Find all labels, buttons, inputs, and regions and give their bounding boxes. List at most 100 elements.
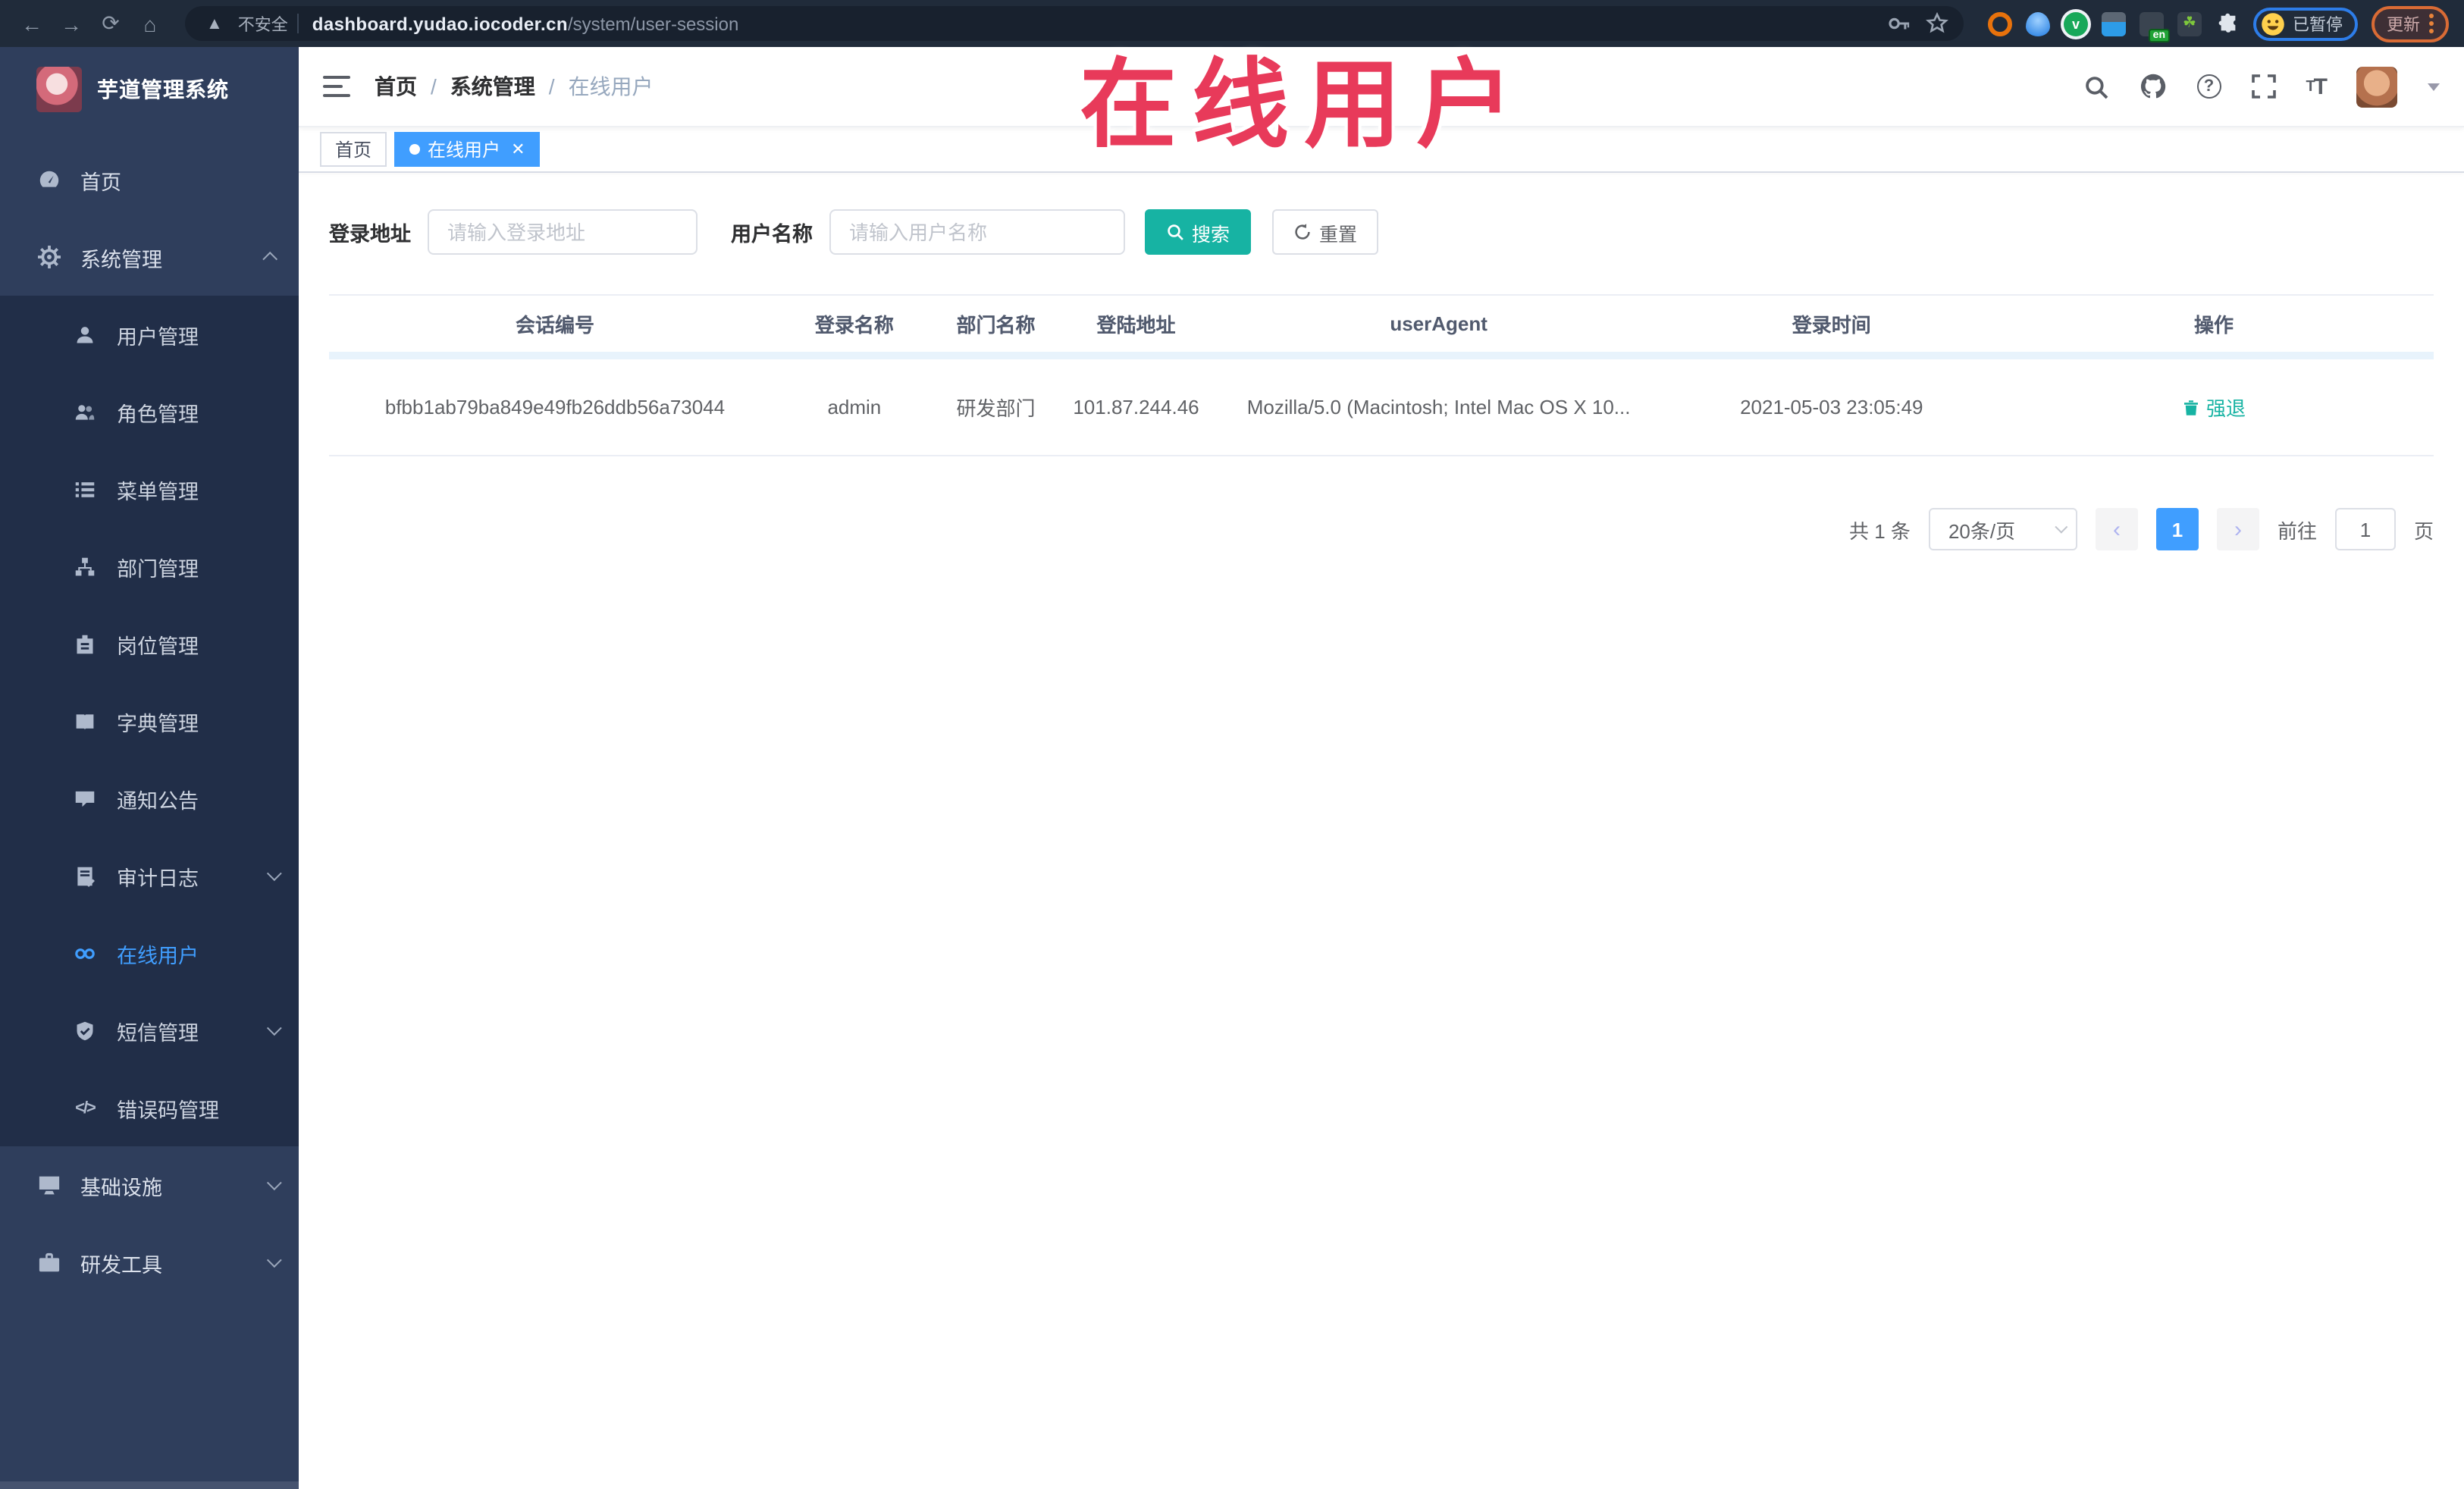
col-user-agent: userAgent: [1208, 294, 1669, 359]
chevron-down-icon: [266, 1252, 282, 1268]
table-row: bfbb1ab79ba849e49fb26ddb56a73044 admin 研…: [329, 356, 2434, 456]
col-address: 登陆地址: [1064, 294, 1208, 359]
cell-session-id: bfbb1ab79ba849e49fb26ddb56a73044: [329, 356, 782, 456]
login-address-input[interactable]: [428, 209, 698, 255]
chevron-down-icon: [266, 1175, 282, 1191]
sidebar-item-role-mgmt[interactable]: 角色管理: [0, 373, 299, 450]
trash-icon: [2182, 398, 2200, 416]
sidebar-item-post-mgmt[interactable]: 岗位管理: [0, 605, 299, 682]
sidebar: 芋道管理系统 首页 系统管理 用户管理 角色管理 菜单管理 部门管理 岗位管理 …: [0, 47, 299, 1489]
sidebar-item-audit-log[interactable]: 审计日志: [0, 837, 299, 914]
col-dept: 部门名称: [927, 294, 1064, 359]
help-icon[interactable]: ?: [2196, 74, 2221, 99]
announcement-icon: [73, 786, 97, 810]
github-icon[interactable]: [2139, 73, 2166, 100]
filter-form: 登录地址 用户名称 搜索 重置: [329, 209, 2434, 255]
current-page-button[interactable]: 1: [2155, 508, 2199, 550]
sidebar-item-menu-mgmt[interactable]: 菜单管理: [0, 450, 299, 528]
online-users-icon: [73, 941, 97, 965]
col-actions: 操作: [1993, 294, 2434, 359]
extension-icon-v[interactable]: v: [2064, 11, 2088, 36]
badge-icon: [73, 632, 97, 656]
force-logout-button[interactable]: 强退: [2182, 393, 2246, 422]
sidebar-item-user-mgmt[interactable]: 用户管理: [0, 296, 299, 373]
screen: ← → ⟳ ⌂ ▲ 不安全 dashboard.yudao.iocoder.cn…: [0, 0, 2464, 1489]
sidebar-item-dict-mgmt[interactable]: 字典管理: [0, 682, 299, 760]
sidebar-item-notice[interactable]: 通知公告: [0, 760, 299, 837]
forward-icon[interactable]: →: [55, 7, 88, 40]
tags-view-bar: 首页 在线用户 ✕: [299, 127, 2464, 173]
col-login-time: 登录时间: [1669, 294, 1994, 359]
sessions-table: 会话编号 登录名称 部门名称 登陆地址 userAgent 登录时间 操作 bf…: [329, 294, 2434, 456]
browser-toolbar: ← → ⟳ ⌂ ▲ 不安全 dashboard.yudao.iocoder.cn…: [0, 0, 2464, 47]
hamburger-icon[interactable]: [323, 76, 350, 97]
cell-login-time: 2021-05-03 23:05:49: [1669, 356, 1994, 456]
col-session-id: 会话编号: [329, 294, 782, 359]
users-icon: [73, 400, 97, 424]
goto-unit: 页: [2413, 519, 2434, 542]
search-button[interactable]: 搜索: [1145, 209, 1252, 255]
paused-badge: 已暂停: [2293, 16, 2343, 34]
extension-icon-leaf[interactable]: ☘: [2177, 11, 2202, 36]
breadcrumb-current: 在线用户: [568, 74, 654, 99]
address-bar[interactable]: ▲ 不安全 dashboard.yudao.iocoder.cn /system…: [185, 6, 1964, 41]
home-icon[interactable]: ⌂: [133, 7, 167, 40]
app-title: 芋道管理系统: [97, 77, 229, 102]
refresh-icon: [1293, 223, 1312, 241]
sidebar-item-dev-tools[interactable]: 研发工具: [0, 1224, 299, 1301]
org-tree-icon: [73, 554, 97, 578]
toolbox-icon: [36, 1250, 61, 1274]
goto-page-input[interactable]: [2334, 508, 2396, 550]
reset-button[interactable]: 重置: [1272, 209, 1379, 255]
sidebar-item-system[interactable]: 系统管理: [0, 218, 299, 296]
reload-icon[interactable]: ⟳: [94, 7, 127, 40]
extension-icon-gem[interactable]: [2102, 11, 2126, 36]
avatar[interactable]: [2356, 66, 2397, 107]
url-host: dashboard.yudao.iocoder.cn: [312, 13, 568, 34]
fullscreen-icon[interactable]: [2251, 74, 2275, 99]
username-input[interactable]: [829, 209, 1125, 255]
tab-home[interactable]: 首页: [320, 132, 387, 167]
extension-icon-ring[interactable]: [1988, 11, 2012, 36]
gear-icon: [36, 245, 61, 269]
security-warning-label[interactable]: 不安全: [238, 11, 288, 36]
avatar-caret-icon[interactable]: [2428, 83, 2440, 96]
back-icon[interactable]: ←: [15, 7, 49, 40]
app-header: 首页 / 系统管理 / 在线用户 ? TT: [299, 47, 2464, 127]
prev-page-button[interactable]: ‹: [2095, 508, 2138, 550]
font-size-icon[interactable]: TT: [2306, 74, 2328, 99]
bookmark-star-icon[interactable]: [1926, 12, 1948, 35]
page-size-select[interactable]: 20条/页: [1928, 508, 2077, 550]
tab-online-users[interactable]: 在线用户 ✕: [394, 132, 541, 167]
sidebar-item-sms-mgmt[interactable]: 短信管理: [0, 992, 299, 1069]
search-icon[interactable]: [2083, 74, 2108, 99]
browser-menu-icon[interactable]: [2429, 14, 2434, 33]
extensions-puzzle-icon[interactable]: [2215, 11, 2240, 36]
close-icon[interactable]: ✕: [511, 139, 525, 159]
sidebar-item-home[interactable]: 首页: [0, 141, 299, 218]
sidebar-item-infrastructure[interactable]: 基础设施: [0, 1146, 299, 1224]
key-icon[interactable]: [1888, 12, 1911, 35]
breadcrumb-home[interactable]: 首页: [375, 71, 417, 102]
cell-dept: 研发部门: [927, 356, 1064, 456]
extensions-area: v en ☘ 已暂停 更新: [1982, 5, 2449, 42]
extension-icon-drop[interactable]: [2026, 11, 2050, 36]
list-icon: [73, 477, 97, 501]
sidebar-item-error-code[interactable]: </> 错误码管理: [0, 1069, 299, 1146]
cell-username: admin: [781, 356, 928, 456]
code-icon: </>: [75, 1099, 96, 1117]
cell-user-agent: Mozilla/5.0 (Macintosh; Intel Mac OS X 1…: [1208, 356, 1669, 456]
sidebar-item-online-users[interactable]: 在线用户: [0, 914, 299, 992]
chevron-down-icon: [266, 866, 282, 882]
sidebar-logo[interactable]: 芋道管理系统: [0, 47, 299, 132]
breadcrumb-system[interactable]: 系统管理: [450, 71, 535, 102]
extension-icon-translate[interactable]: en: [2140, 11, 2170, 42]
paused-extension-chip[interactable]: 已暂停: [2253, 7, 2358, 40]
next-page-button[interactable]: ›: [2216, 508, 2259, 550]
sidebar-bottom-strip: [0, 1481, 299, 1489]
update-button[interactable]: 更新: [2372, 5, 2449, 42]
search-icon: [1166, 223, 1184, 241]
sidebar-item-dept-mgmt[interactable]: 部门管理: [0, 528, 299, 605]
active-dot: [409, 144, 421, 155]
breadcrumb: 首页 / 系统管理 / 在线用户: [375, 71, 654, 102]
